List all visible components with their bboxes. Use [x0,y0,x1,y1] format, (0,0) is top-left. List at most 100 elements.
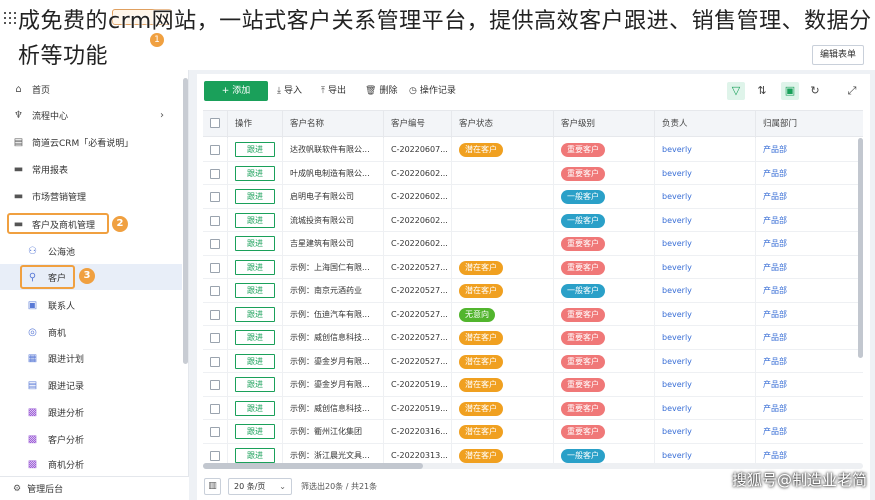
column-header[interactable]: 客户编号 [384,111,452,138]
owner-cell[interactable]: beverly [655,302,756,326]
owner-cell[interactable]: beverly [655,208,756,232]
column-header[interactable]: 负责人 [655,111,756,138]
department-cell[interactable]: 产品部 [756,256,863,280]
admin-backend-link[interactable]: ⚙ 管理后台 [0,476,189,500]
sidebar-item-opportunity-analysis[interactable]: ▩ 商机分析 [0,453,182,475]
owner-cell[interactable]: beverly [655,420,756,444]
log-button[interactable]: ◷ 操作记录 [409,81,456,101]
owner-cell[interactable]: beverly [655,255,756,279]
row-checkbox[interactable] [210,380,220,390]
owner-cell[interactable]: beverly [655,279,756,303]
owner-cell[interactable]: beverly [655,396,756,420]
row-checkbox[interactable] [210,239,220,249]
follow-button[interactable]: 跟进 [235,330,275,345]
column-header[interactable]: 客户名称 [283,111,384,138]
row-checkbox[interactable] [210,333,220,343]
sidebar-item-follow-analysis[interactable]: ▩ 跟进分析 [0,399,182,425]
table-row[interactable]: 跟进 示例：伍迪汽车有限... C-20220527... 无意向 重要客户 beverl… [203,302,863,327]
table-row[interactable]: 跟进 示例：南京元酒药业 C-20220527... 潜在客户 一般客户 beverly 产… [203,279,863,303]
department-cell[interactable]: 产品部 [756,373,863,397]
sidebar-scrollbar[interactable] [183,78,188,364]
column-header[interactable]: 客户级别 [554,111,655,138]
department-cell[interactable]: 产品部 [756,279,863,303]
sort-icon[interactable]: ⇅ [753,82,771,100]
department-cell[interactable]: 产品部 [756,162,863,186]
row-checkbox[interactable] [210,427,220,437]
follow-button[interactable]: 跟进 [235,306,275,322]
table-row[interactable]: 跟进 叶成帆电制造有限公... C-20220602... 重要客户 beverly 产品… [203,161,863,186]
row-checkbox[interactable] [210,450,220,461]
column-header[interactable]: 操作 [228,111,283,138]
follow-button[interactable]: 跟进 [235,353,275,369]
owner-cell[interactable]: beverly [655,349,756,373]
sidebar-item-public-pool[interactable]: ⚇ 公海池 [0,238,182,264]
scroll-thumb[interactable] [203,463,423,469]
import-button[interactable]: ⤓ 导入 [277,81,302,101]
fullscreen-icon[interactable]: ⤢ [843,82,861,100]
sidebar-item-contacts[interactable]: ▣ 联系人 [0,292,182,318]
add-button[interactable]: + 添加 [204,81,268,101]
follow-button[interactable]: 跟进 [235,447,275,463]
table-row[interactable]: 跟进 流城投资有限公司 C-20220602... 一般客户 beverly 产品部 [203,208,863,232]
owner-cell[interactable]: beverly [655,232,756,256]
sidebar-item-marketing[interactable]: ▬ 市场营销管理 [0,183,182,209]
row-checkbox[interactable] [210,286,220,296]
follow-button[interactable]: 跟进 [235,212,275,228]
table-row[interactable]: 跟进 示例：鎏金岁月有限... C-20220527... 潜在客户 重要客户 bever… [203,349,863,374]
follow-button[interactable]: 跟进 [235,142,275,157]
department-cell[interactable]: 产品部 [756,326,863,350]
row-checkbox[interactable] [210,262,220,273]
sidebar-item-home[interactable]: ⌂ 首页 [0,76,182,102]
view-icon[interactable]: ▣ [781,82,799,100]
sidebar-item-guide[interactable]: ▤ 简道云CRM「必看说明」 [0,129,182,155]
follow-button[interactable]: 跟进 [235,377,275,392]
row-checkbox[interactable] [210,403,220,414]
row-checkbox[interactable] [210,215,220,226]
export-button[interactable]: ⤒ 导出 [321,81,346,101]
row-checkbox[interactable] [210,168,220,179]
owner-cell[interactable]: beverly [655,185,756,209]
department-cell[interactable]: 产品部 [756,138,863,162]
department-cell[interactable]: 产品部 [756,232,863,256]
table-row[interactable]: 跟进 示例：上海国仁有限... C-20220527... 潜在客户 重要客户 bever… [203,255,863,280]
follow-button[interactable]: 跟进 [235,236,275,251]
row-checkbox[interactable] [210,356,220,367]
follow-button[interactable]: 跟进 [235,283,275,298]
sidebar-item-opportunity[interactable]: ◎ 商机 [0,319,182,345]
filter-icon[interactable]: ▽ [727,82,745,100]
apps-grid-icon[interactable] [4,12,16,24]
sidebar-item-follow-record[interactable]: ▤ 跟进记录 [0,372,182,398]
refresh-icon[interactable]: ↻ [806,82,824,100]
follow-button[interactable]: 跟进 [235,400,275,416]
delete-button[interactable]: 🗑 删除 [365,81,397,101]
owner-cell[interactable]: beverly [655,161,756,185]
column-settings-icon[interactable]: ▥ [204,478,221,495]
follow-button[interactable]: 跟进 [235,165,275,181]
table-vertical-scrollbar[interactable] [858,138,863,358]
sidebar-item-follow-plan[interactable]: ▦ 跟进计划 [0,345,182,371]
column-header[interactable]: 归属部门 [756,111,863,138]
column-header[interactable]: 客户状态 [452,111,554,138]
select-all-checkbox[interactable] [210,118,220,128]
table-row[interactable]: 跟进 示例：鎏金岁月有限... C-20220519... 潜在客户 重要客户 bever… [203,373,863,397]
row-checkbox[interactable] [210,192,220,202]
department-cell[interactable]: 产品部 [756,350,863,374]
owner-cell[interactable]: beverly [655,326,756,350]
owner-cell[interactable]: beverly [655,138,756,162]
sidebar-item-reports[interactable]: ▬ 常用报表 [0,156,182,182]
follow-button[interactable]: 跟进 [235,189,275,204]
department-cell[interactable]: 产品部 [756,303,863,327]
department-cell[interactable]: 产品部 [756,185,863,209]
table-row[interactable]: 跟进 吉星建筑有限公司 C-20220602... 重要客户 beverly 产品部 [203,232,863,256]
follow-button[interactable]: 跟进 [235,424,275,439]
page-size-select[interactable]: 20 条/页 ⌄ [228,478,292,495]
row-checkbox[interactable] [210,309,220,320]
sidebar-item-customer-analysis[interactable]: ▩ 客户分析 [0,426,182,452]
owner-cell[interactable]: beverly [655,373,756,397]
table-row[interactable]: 跟进 示例：威创信息科技... C-20220519... 潜在客户 重要客户 bever… [203,396,863,421]
follow-button[interactable]: 跟进 [235,259,275,275]
row-checkbox[interactable] [210,145,220,155]
sidebar-item-flow-center[interactable]: ♆ 流程中心 › [0,102,182,128]
department-cell[interactable]: 产品部 [756,397,863,421]
table-row[interactable]: 跟进 示例：威创信息科技... C-20220527... 潜在客户 重要客户 bever… [203,326,863,350]
